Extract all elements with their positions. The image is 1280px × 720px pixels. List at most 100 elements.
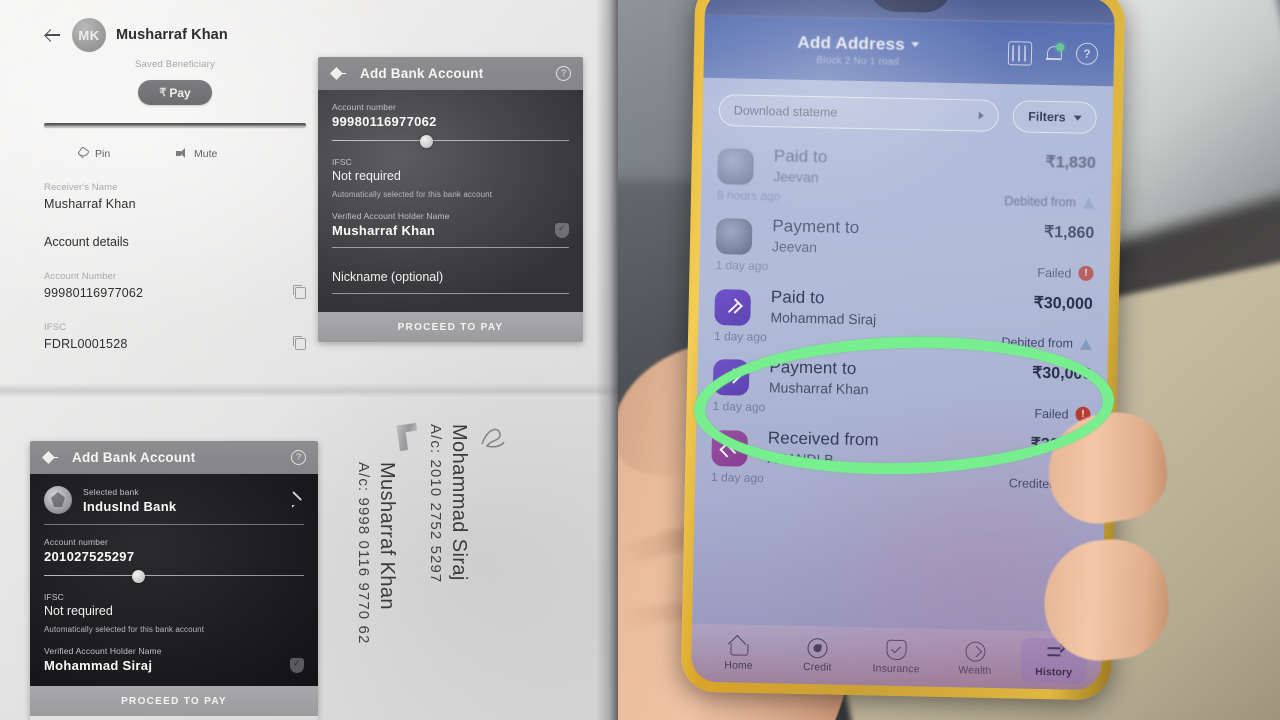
address-selector[interactable]: Add Address Block 2 No 1 road [718,31,999,70]
phone-photo-panel: Add Address Block 2 No 1 road ? Download… [618,0,1280,720]
table-row-highlighted[interactable]: Paid to ₹30,000 Mohammad Siraj 1 day ago… [698,279,1109,358]
cursor-handle[interactable] [420,135,433,148]
handwritten-note-musharraf: Musharraf Khan A/c: 9998 0116 9770 62 [355,462,398,644]
divider [44,524,304,525]
proceed-to-pay-button[interactable]: PROCEED TO PAY [30,686,318,716]
back-arrow-icon[interactable] [42,449,60,467]
avatar-icon [715,218,753,255]
account-number-underline [332,135,569,148]
bottom-navigation: Home Credit Insurance Wealth History [690,623,1102,691]
rupee-icon: ₹ [159,87,167,99]
pay-button[interactable]: ₹ Pay [138,80,212,105]
chevron-down-icon [910,42,919,48]
ifsc-label: IFSC [332,157,352,167]
table-row[interactable]: Payment to ₹30,000 Musharraf Khan 1 day … [696,349,1107,429]
ifsc-value: Not required [44,604,113,618]
notification-bell-icon[interactable] [1042,42,1066,66]
arrow-up-right-icon [714,289,752,326]
beneficiary-screenshot: MK Musharraf Khan Saved Beneficiary ₹ Pa… [44,6,306,378]
filters-label: Filters [1028,109,1066,125]
shield-check-icon [290,658,304,673]
account-number-label: Account Number [44,271,117,282]
selected-bank-row[interactable]: Selected bank IndusInd Bank [44,486,304,524]
txn-status-label: Failed [1034,406,1069,421]
help-icon[interactable]: ? [1075,42,1100,67]
txn-time: 1 day ago [715,258,769,274]
pin-icon [76,147,89,160]
nav-item-credit[interactable]: Credit [784,632,851,678]
table-row[interactable]: Payment to ₹1,860 Jeevan 1 day ago Faile… [699,208,1110,288]
nickname-input[interactable]: Nickname (optional) [332,270,569,284]
help-icon[interactable]: ? [556,66,571,81]
txn-amount: ₹30,000 [1033,294,1093,313]
copy-icon[interactable] [292,336,306,350]
paper-fold-line [0,383,618,399]
proceed-to-pay-button[interactable]: PROCEED TO PAY [318,312,583,342]
txn-name: Mohammad Siraj [770,309,877,328]
ifsc-hint: Automatically selected for this bank acc… [332,190,493,199]
account-number-value: 99980116977062 [44,286,144,300]
avatar-icon [717,148,754,185]
nav-item-home[interactable]: Home [705,630,772,676]
txn-amount: ₹1,860 [1043,223,1095,242]
app-header: Add Address Block 2 No 1 road ? [703,15,1115,87]
mute-icon [175,147,188,160]
cursor-handle[interactable] [132,570,145,583]
failed-icon: ! [1078,265,1094,281]
pin-action[interactable]: Pin [76,147,175,160]
account-number-value[interactable]: 201027525297 [44,549,304,564]
beneficiary-subtitle: Saved Beneficiary [135,59,215,70]
account-details-title: Account details [44,235,129,249]
printed-document-panel: MK Musharraf Khan Saved Beneficiary ₹ Pa… [0,0,618,720]
txn-amount: ₹1,830 [1045,153,1096,172]
filters-button[interactable]: Filters [1012,100,1098,135]
status-badge: Debited from [1004,194,1096,210]
help-icon[interactable]: ? [291,450,306,465]
qr-scanner-icon[interactable] [1007,41,1033,66]
download-statement-button[interactable]: Download stateme [718,94,1000,132]
pin-label: Pin [95,147,111,160]
home-icon [729,636,749,656]
note-account: A/c: 9998 0116 9770 62 [355,462,372,645]
beneficiary-header: MK Musharraf Khan [44,6,306,52]
back-arrow-icon[interactable] [44,26,62,44]
ifsc-label: IFSC [44,322,67,333]
account-number-label: Account number [332,102,396,112]
staple-mark [396,423,419,452]
handwritten-note-siraj: Mohammad Siraj A/c: 2010 2752 5297 [427,424,470,583]
shield-check-icon [555,223,569,238]
txn-time: 8 hours ago [716,188,781,204]
txn-status-label: Failed [1037,265,1072,281]
card-header: Add Bank Account ? [30,441,318,474]
screenshot-collage: MK Musharraf Khan Saved Beneficiary ₹ Pa… [0,0,1280,720]
bank-logo-icon [44,486,72,514]
mute-action[interactable]: Mute [175,147,274,160]
note-name: Musharraf Khan [376,462,398,610]
table-row[interactable]: Received from ₹30,000 ANANDI B 1 day ago… [695,420,1106,499]
receiver-name-label: Receiver's Name [44,182,118,193]
nav-label: Insurance [872,661,920,675]
receiver-name-field: Receiver's Name Musharraf Khan [44,182,306,211]
note-account: A/c: 2010 2752 5297 [427,424,444,584]
ifsc-field: IFSC FDRL0001528 [44,322,306,351]
selected-bank-label: Selected bank [83,486,139,497]
ifsc-hint: Automatically selected for this bank acc… [44,625,205,634]
table-row[interactable]: Paid to ₹1,830 Jeevan 8 hours ago Debite… [701,138,1112,217]
ifsc-value: Not required [332,169,401,183]
txn-amount: ₹30,000 [1032,364,1092,383]
back-arrow-icon[interactable] [330,65,348,83]
txn-status-label: Debited from [1001,335,1074,351]
nav-item-wealth[interactable]: Wealth [942,635,1009,681]
txn-status-label: Debited from [1004,194,1077,210]
pay-button-label: Pay [169,85,191,100]
receiver-name-value: Musharraf Khan [44,197,136,211]
nav-item-insurance[interactable]: Insurance [863,634,930,680]
verified-holder-label: Verified Account Holder Name [44,646,162,656]
transaction-history-list[interactable]: Download stateme Filters Paid to ₹1,830 [692,77,1114,633]
status-badge: Debited from [1001,335,1093,351]
copy-icon[interactable] [292,285,306,299]
pencil-icon[interactable] [289,493,304,508]
account-number-value[interactable]: 99980116977062 [332,114,569,129]
status-badge: Failed ! [1037,265,1094,281]
shield-icon [886,639,907,660]
